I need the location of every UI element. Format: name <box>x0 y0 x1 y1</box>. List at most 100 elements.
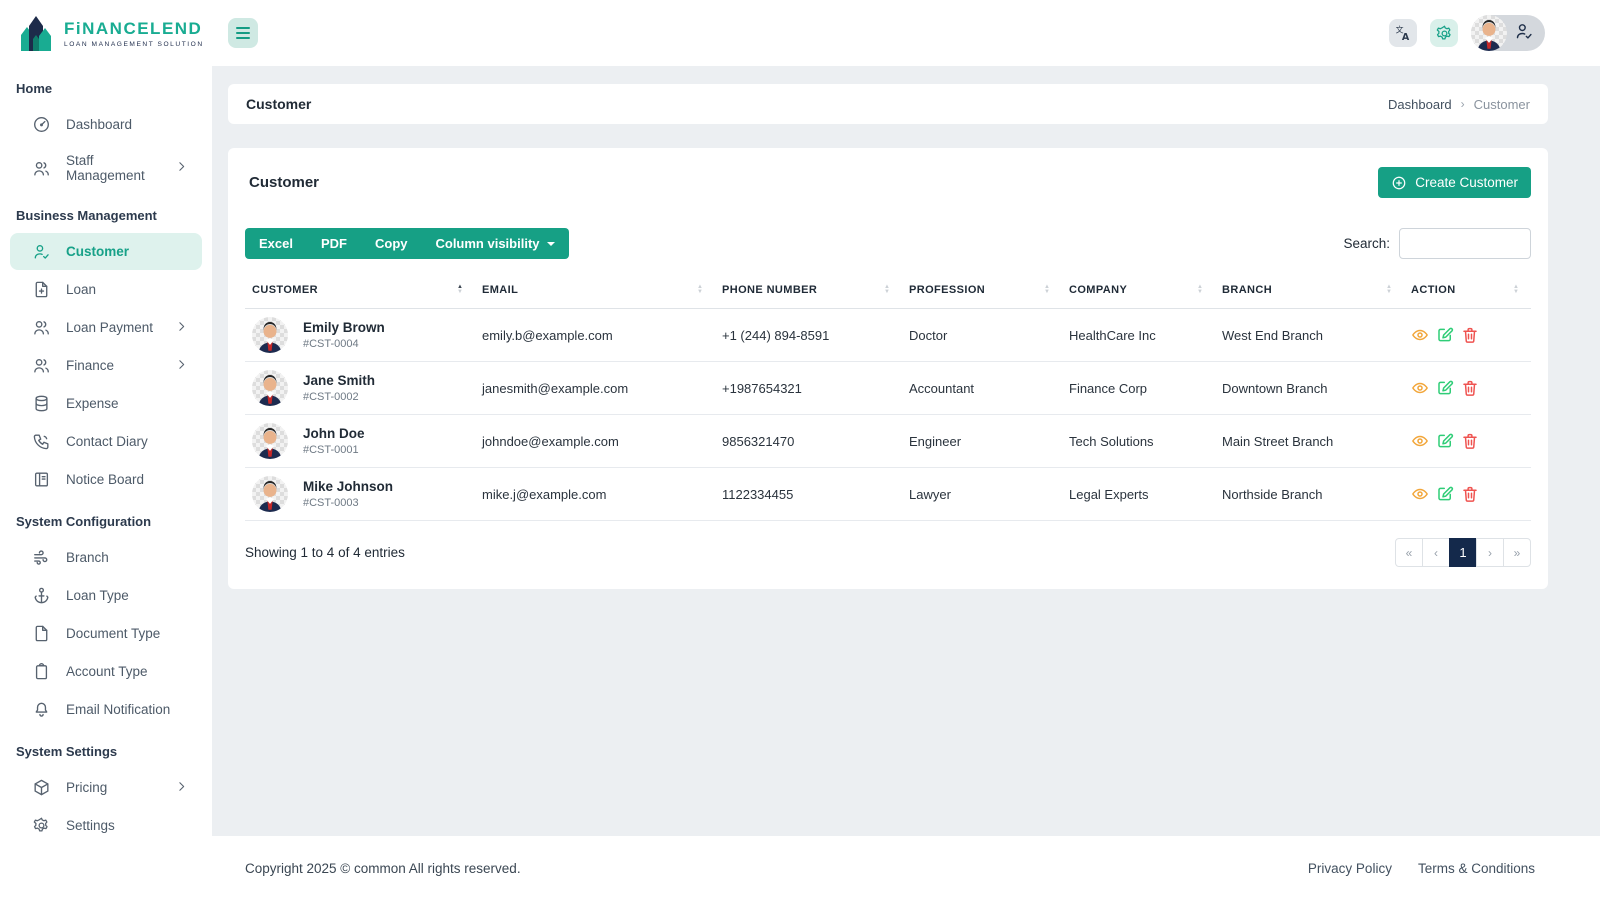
customer-email: johndoe@example.com <box>475 414 715 468</box>
sidebar-item-contact-diary[interactable]: Contact Diary <box>10 423 202 460</box>
sidebar-item-finance[interactable]: Finance <box>10 347 202 384</box>
breadcrumb: Dashboard › Customer <box>1388 97 1530 112</box>
copyright-text: Copyright 2025 © common All rights reser… <box>245 860 521 876</box>
sort-icon: ▲ ▼ <box>884 284 890 295</box>
sidebar-item-pricing[interactable]: Pricing <box>10 769 202 806</box>
sort-icon: ▲ ▼ <box>697 284 703 295</box>
footer-links: Privacy Policy Terms & Conditions <box>1308 861 1535 876</box>
terms-conditions-link[interactable]: Terms & Conditions <box>1418 861 1535 876</box>
table-header-row: CUSTOMER ▲ ▼ EMAIL ▲ ▼ PHONE NUMBER ▲ ▼ PROFES… <box>245 272 1531 309</box>
pagination-prev-button[interactable]: ‹ <box>1422 538 1450 567</box>
eye-icon <box>1412 435 1428 447</box>
sidebar-item-account-type[interactable]: Account Type <box>10 653 202 690</box>
view-button[interactable] <box>1411 485 1429 503</box>
sidebar-item-label: Dashboard <box>66 117 133 132</box>
breadcrumb-dashboard-link[interactable]: Dashboard <box>1388 97 1452 112</box>
theme-settings-button[interactable] <box>1430 19 1458 47</box>
table-search: Search: <box>1343 228 1531 259</box>
customer-phone: +1 (244) 894-8591 <box>715 308 902 362</box>
copy-export-button[interactable]: Copy <box>360 228 422 259</box>
create-customer-button[interactable]: Create Customer <box>1378 167 1531 198</box>
column-header-customer[interactable]: CUSTOMER ▲ ▼ <box>245 272 475 309</box>
excel-export-button[interactable]: Excel <box>245 228 307 259</box>
pagination-last-button[interactable]: » <box>1503 538 1531 567</box>
clipboard-icon <box>35 663 48 680</box>
sidebar-item-label: Finance <box>66 358 115 373</box>
sidebar-item-customer[interactable]: Customer <box>10 233 202 270</box>
sidebar-item-staff-management[interactable]: Staff Management <box>10 144 202 192</box>
main-area: 文A Customer Dashboard › Customer Custome… <box>212 0 1600 900</box>
edit-button[interactable] <box>1436 485 1454 503</box>
customer-phone: +1987654321 <box>715 361 902 415</box>
users-icon <box>34 358 49 373</box>
translate-button[interactable]: 文A <box>1389 19 1417 47</box>
sidebar-item-loan-payment[interactable]: Loan Payment <box>10 309 202 346</box>
column-header-phone[interactable]: PHONE NUMBER ▲ ▼ <box>715 272 902 309</box>
edit-button[interactable] <box>1436 432 1454 450</box>
search-label: Search: <box>1343 236 1390 251</box>
database-icon <box>35 395 48 412</box>
delete-button[interactable] <box>1461 379 1479 397</box>
menu-toggle-button[interactable] <box>228 18 258 48</box>
pdf-export-button[interactable]: PDF <box>306 228 361 259</box>
customer-name: Jane Smith <box>303 373 376 388</box>
delete-button[interactable] <box>1461 432 1479 450</box>
sidebar-item-email-notification[interactable]: Email Notification <box>10 691 202 728</box>
pagination-first-button[interactable]: « <box>1395 538 1423 567</box>
entries-info: Showing 1 to 4 of 4 entries <box>245 545 405 560</box>
delete-button[interactable] <box>1461 326 1479 344</box>
file-plus-icon <box>35 281 48 298</box>
column-header-profession[interactable]: PROFESSION ▲ ▼ <box>902 272 1062 309</box>
sidebar-section-system-settings: System Settings <box>16 744 118 759</box>
customer-avatar <box>252 370 288 406</box>
sidebar-item-expense[interactable]: Expense <box>10 385 202 422</box>
trash-icon <box>1463 380 1477 396</box>
customer-name: Emily Brown <box>303 320 385 335</box>
sidebar-item-notice-board[interactable]: Notice Board <box>10 461 202 498</box>
chevron-right-icon <box>175 320 188 336</box>
sidebar-item-loan[interactable]: Loan <box>10 271 202 308</box>
search-input[interactable] <box>1399 228 1531 259</box>
sidebar-item-dashboard[interactable]: Dashboard <box>10 106 202 143</box>
view-button[interactable] <box>1411 379 1429 397</box>
gear-icon <box>33 817 48 832</box>
customer-branch: Downtown Branch <box>1215 361 1404 415</box>
breadcrumb-separator: › <box>1460 97 1465 111</box>
sidebar-item-label: Branch <box>66 550 109 565</box>
brand-logo[interactable]: FiNANCELEND LOAN MANAGEMENT SOLUTION <box>0 0 212 66</box>
sidebar-item-loan-type[interactable]: Loan Type <box>10 577 202 614</box>
sidebar-item-label: Email Notification <box>66 702 171 717</box>
sidebar-item-branch[interactable]: Branch <box>10 539 202 576</box>
app-window: FiNANCELEND LOAN MANAGEMENT SOLUTION Hom… <box>0 0 1600 900</box>
user-avatar <box>1471 15 1507 51</box>
customer-branch: Main Street Branch <box>1215 414 1404 468</box>
delete-button[interactable] <box>1461 485 1479 503</box>
pagination-next-button[interactable]: › <box>1476 538 1504 567</box>
sidebar-item-settings[interactable]: Settings <box>10 807 202 844</box>
sidebar-item-document-type[interactable]: Document Type <box>10 615 202 652</box>
user-check-icon <box>1514 21 1534 46</box>
view-button[interactable] <box>1411 326 1429 344</box>
sidebar-item-label: Loan Payment <box>66 320 154 335</box>
column-visibility-button[interactable]: Column visibility <box>421 228 569 259</box>
file-icon <box>35 625 48 642</box>
customer-id: #CST-0001 <box>303 444 359 456</box>
edit-button[interactable] <box>1436 379 1454 397</box>
pagination-page-1-button[interactable]: 1 <box>1449 538 1477 567</box>
sidebar-item-label: Pricing <box>66 780 108 795</box>
view-button[interactable] <box>1411 432 1429 450</box>
column-header-email[interactable]: EMAIL ▲ ▼ <box>475 272 715 309</box>
customer-avatar <box>252 317 288 353</box>
profile-menu[interactable] <box>1471 15 1545 51</box>
column-header-action[interactable]: ACTION ▲ ▼ <box>1404 272 1531 309</box>
column-header-branch[interactable]: BRANCH ▲ ▼ <box>1215 272 1404 309</box>
sort-icon: ▲ ▼ <box>1513 284 1519 295</box>
column-header-company[interactable]: COMPANY ▲ ▼ <box>1062 272 1215 309</box>
sidebar-item-label: Notice Board <box>66 472 145 487</box>
customer-phone: 1122334455 <box>715 467 902 521</box>
edit-button[interactable] <box>1436 326 1454 344</box>
privacy-policy-link[interactable]: Privacy Policy <box>1308 861 1392 876</box>
sort-icon: ▲ ▼ <box>1386 284 1392 295</box>
sort-icon: ▲ ▼ <box>1197 284 1203 295</box>
bell-icon <box>35 702 48 717</box>
